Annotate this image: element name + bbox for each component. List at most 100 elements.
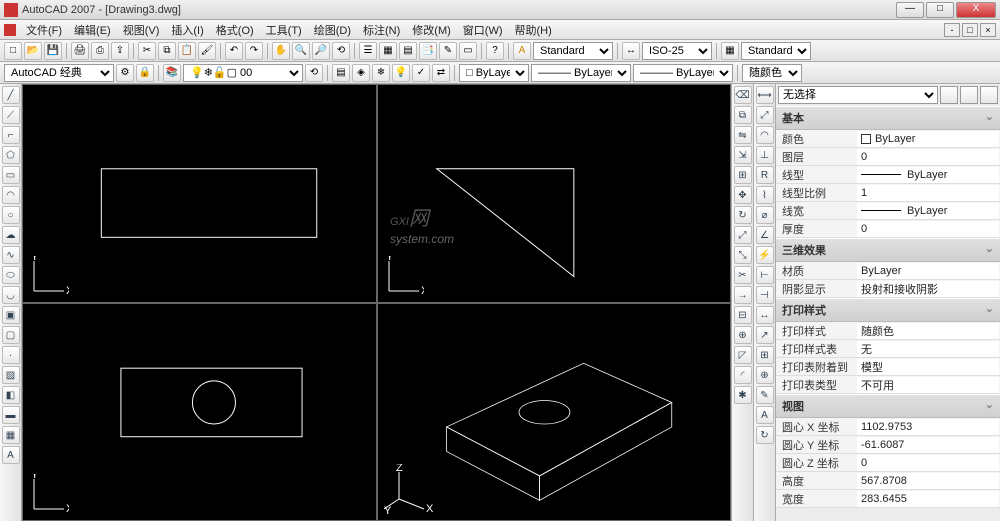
join-icon[interactable]: ⊕ xyxy=(734,326,752,344)
zoom-prev-icon[interactable]: ⟲ xyxy=(332,42,350,60)
menu-modify[interactable]: 修改(M) xyxy=(406,20,457,40)
ellipse-arc-icon[interactable]: ◡ xyxy=(2,286,20,304)
minimize-button[interactable]: — xyxy=(896,2,924,18)
line-icon[interactable]: ╱ xyxy=(2,86,20,104)
viewport-right[interactable]: X Y xyxy=(377,84,732,303)
dim-ordinate-icon[interactable]: ⊥ xyxy=(756,146,774,164)
calc-icon[interactable]: ▭ xyxy=(459,42,477,60)
fillet-icon[interactable]: ◜ xyxy=(734,366,752,384)
dim-angular-icon[interactable]: ∠ xyxy=(756,226,774,244)
mdi-minimize[interactable]: - xyxy=(944,23,960,37)
dim-tolerance-icon[interactable]: ⊞ xyxy=(756,346,774,364)
table-icon[interactable]: ▦ xyxy=(2,426,20,444)
viewport-iso[interactable]: X Z Y xyxy=(377,303,732,521)
arc-icon[interactable]: ◠ xyxy=(2,186,20,204)
erase-icon[interactable]: ⌫ xyxy=(734,86,752,104)
lineweight-select[interactable]: ——— ByLayer xyxy=(633,64,733,82)
prop-value[interactable]: ByLayer xyxy=(857,203,999,219)
markup-icon[interactable]: ✎ xyxy=(439,42,457,60)
polygon-icon[interactable]: ⬠ xyxy=(2,146,20,164)
dim-style-select[interactable]: ISO-25 xyxy=(642,42,712,60)
dim-linear-icon[interactable]: ⟷ xyxy=(756,86,774,104)
mirror-icon[interactable]: ⇋ xyxy=(734,126,752,144)
menu-insert[interactable]: 插入(I) xyxy=(165,20,209,40)
point-icon[interactable]: · xyxy=(2,346,20,364)
revcloud-icon[interactable]: ☁ xyxy=(2,226,20,244)
menu-view[interactable]: 视图(V) xyxy=(117,20,166,40)
plot-color-select[interactable]: 随颜色 xyxy=(742,64,802,82)
dim-space-icon[interactable]: ↔ xyxy=(756,306,774,324)
copy-icon[interactable]: ⧉ xyxy=(158,42,176,60)
menu-window[interactable]: 窗口(W) xyxy=(457,20,509,40)
layer-prop-icon[interactable]: 📚 xyxy=(163,64,181,82)
rectangle-icon[interactable]: ▭ xyxy=(2,166,20,184)
mtext-icon[interactable]: A xyxy=(2,446,20,464)
layer-select[interactable]: 💡❄🔓▢ 00 xyxy=(183,64,303,82)
prop-value[interactable]: ByLayer xyxy=(857,263,999,279)
print-icon[interactable]: 🖨 xyxy=(71,42,89,60)
prop-value[interactable]: 567.8708 xyxy=(857,473,999,489)
save-icon[interactable]: 💾 xyxy=(44,42,62,60)
table-style-icon[interactable]: ▦ xyxy=(721,42,739,60)
explode-icon[interactable]: ✱ xyxy=(734,386,752,404)
sheet-set-icon[interactable]: 📑 xyxy=(419,42,437,60)
pline-icon[interactable]: ⌐ xyxy=(2,126,20,144)
dim-continue-icon[interactable]: ⊣ xyxy=(756,286,774,304)
dim-update-icon[interactable]: ↻ xyxy=(756,426,774,444)
quick-select-icon[interactable] xyxy=(940,86,958,104)
menu-edit[interactable]: 编辑(E) xyxy=(68,20,117,40)
chamfer-icon[interactable]: ◸ xyxy=(734,346,752,364)
color-select[interactable]: □ ByLayerByLayer xyxy=(459,64,529,82)
layer-match-icon[interactable]: ⇄ xyxy=(432,64,450,82)
dim-style-icon[interactable]: ↔ xyxy=(622,42,640,60)
menu-draw[interactable]: 绘图(D) xyxy=(308,20,357,40)
prop-value[interactable]: 无 xyxy=(857,341,999,357)
trim-icon[interactable]: ✂ xyxy=(734,266,752,284)
dim-aligned-icon[interactable]: ⤢ xyxy=(756,106,774,124)
layer-freeze-icon[interactable]: ❄ xyxy=(372,64,390,82)
prop-value[interactable]: 1102.9753 xyxy=(857,419,999,435)
publish-icon[interactable]: ⇪ xyxy=(111,42,129,60)
offset-icon[interactable]: ⇲ xyxy=(734,146,752,164)
paste-icon[interactable]: 📋 xyxy=(178,42,196,60)
menu-help[interactable]: 帮助(H) xyxy=(509,20,558,40)
menu-dimension[interactable]: 标注(N) xyxy=(357,20,406,40)
rotate-icon[interactable]: ↻ xyxy=(734,206,752,224)
cut-icon[interactable]: ✂ xyxy=(138,42,156,60)
gradient-icon[interactable]: ◧ xyxy=(2,386,20,404)
dim-tedit-icon[interactable]: A xyxy=(756,406,774,424)
close-button[interactable]: X xyxy=(956,2,996,18)
dim-radius-icon[interactable]: R xyxy=(756,166,774,184)
layer-prev-icon[interactable]: ⟲ xyxy=(305,64,323,82)
designcenter-icon[interactable]: ▦ xyxy=(379,42,397,60)
prop-value[interactable]: ByLayer xyxy=(857,131,999,147)
prop-value[interactable]: 随颜色 xyxy=(857,323,999,339)
selection-select[interactable]: 无选择 xyxy=(778,86,938,104)
layer-iso-icon[interactable]: ◈ xyxy=(352,64,370,82)
dim-center-icon[interactable]: ⊕ xyxy=(756,366,774,384)
workspace-select[interactable]: AutoCAD 经典 xyxy=(4,64,114,82)
text-style-select[interactable]: Standard xyxy=(533,42,613,60)
prop-section-1[interactable]: 三维效果⌄ xyxy=(776,238,1000,262)
copy-obj-icon[interactable]: ⧉ xyxy=(734,106,752,124)
select-objects-icon[interactable] xyxy=(960,86,978,104)
help-icon[interactable]: ? xyxy=(486,42,504,60)
pan-icon[interactable]: ✋ xyxy=(272,42,290,60)
prop-value[interactable]: 0 xyxy=(857,221,999,237)
prop-value[interactable]: 模型 xyxy=(857,359,999,375)
prop-value[interactable]: 0 xyxy=(857,149,999,165)
linetype-select[interactable]: ——— ByLayer xyxy=(531,64,631,82)
insert-block-icon[interactable]: ▣ xyxy=(2,306,20,324)
match-icon[interactable]: 🖌 xyxy=(198,42,216,60)
toggle-pickadd-icon[interactable] xyxy=(980,86,998,104)
prop-value[interactable]: 0 xyxy=(857,455,999,471)
extend-icon[interactable]: → xyxy=(734,286,752,304)
dim-leader-icon[interactable]: ↗ xyxy=(756,326,774,344)
layer-make-icon[interactable]: ✓ xyxy=(412,64,430,82)
zoom-win-icon[interactable]: 🔎 xyxy=(312,42,330,60)
dim-baseline-icon[interactable]: ⊢ xyxy=(756,266,774,284)
circle-icon[interactable]: ○ xyxy=(2,206,20,224)
move-icon[interactable]: ✥ xyxy=(734,186,752,204)
menu-file[interactable]: 文件(F) xyxy=(20,20,68,40)
dim-jogged-icon[interactable]: ⌇ xyxy=(756,186,774,204)
